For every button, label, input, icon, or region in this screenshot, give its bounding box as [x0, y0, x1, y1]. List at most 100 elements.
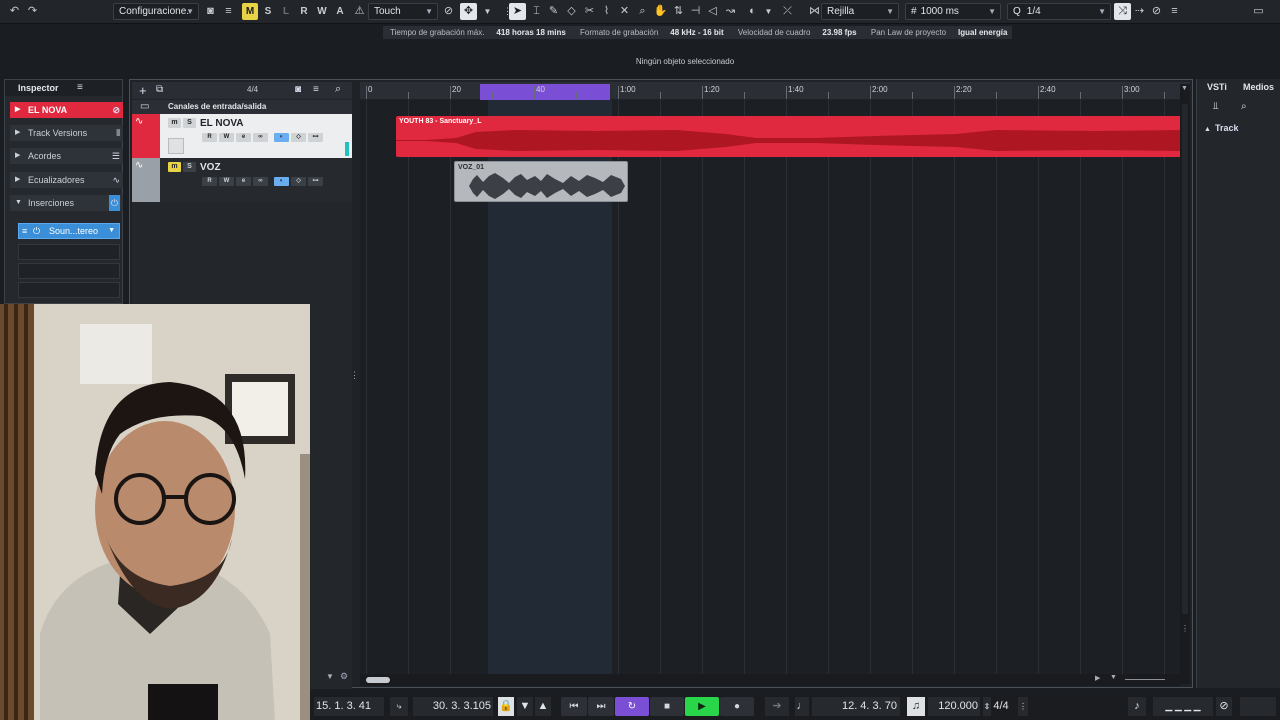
chevron-down-icon[interactable]: ▼ — [108, 224, 115, 238]
config-select[interactable]: Configuracione. ▼ — [113, 3, 199, 20]
power-icon[interactable]: ⏻ — [33, 224, 40, 238]
mute-button[interactable]: m — [168, 162, 181, 172]
event-display[interactable]: YOUTH 83 - Sanctuary_L VOZ_01 — [360, 100, 1180, 675]
zoom-slider[interactable] — [1125, 679, 1165, 680]
inspector-section-chords[interactable]: ▶ Acordes ☰ — [10, 148, 123, 164]
write-button[interactable]: W — [219, 177, 234, 186]
track-name[interactable]: VOZ — [200, 162, 221, 173]
monitor-icon[interactable]: ◐ — [274, 177, 289, 186]
track-instruments-header[interactable]: ▲ Track — [1204, 123, 1274, 133]
iterative-quantize-icon[interactable]: ⇢ — [1131, 3, 1148, 20]
quantize-select[interactable]: Q 1/4 ▼ — [1007, 3, 1111, 20]
time-ruler[interactable]: 0 20 40 1:00 1:20 1:40 2:00 2:20 2:40 3:00 — [360, 82, 1190, 101]
edit-channel-icon[interactable]: e — [236, 177, 251, 186]
range-tool-icon[interactable]: ⌶ — [528, 3, 545, 20]
insert-slot-2[interactable] — [18, 244, 120, 260]
arrow-icon[interactable]: ➔ — [765, 697, 789, 716]
rec-time-value[interactable]: 418 horas 18 mins — [491, 28, 570, 37]
link-icon[interactable]: ∞ — [253, 177, 268, 186]
chevron-right-icon[interactable]: ▶ — [1095, 674, 1100, 682]
snap-type-select[interactable]: Rejilla ▼ — [821, 3, 899, 20]
bypass-icon[interactable]: ⏻ — [108, 195, 120, 211]
monitor-icon[interactable]: ◐ — [274, 133, 289, 142]
edit-channel-icon[interactable]: e — [236, 133, 251, 142]
chevron-down-icon[interactable]: ▼ — [1110, 674, 1117, 681]
solo-global-button[interactable]: S — [260, 3, 276, 20]
go-to-previous-button[interactable]: ⏮ — [561, 697, 587, 716]
lanes-icon[interactable]: ◇ — [291, 133, 306, 142]
time-signature[interactable]: 4/4 — [247, 85, 258, 94]
inspector-tab[interactable]: Inspector — [5, 80, 122, 96]
edit-icon[interactable]: ⊘ — [112, 102, 120, 118]
punch-out-icon[interactable]: ▲ — [535, 697, 551, 716]
track-name[interactable]: EL NOVA — [200, 118, 244, 129]
chevron-down-icon[interactable]: ▼ — [479, 3, 496, 20]
list-icon[interactable]: ≡ — [220, 3, 237, 20]
punch-in-icon[interactable]: ▼ — [517, 697, 533, 716]
search-icon[interactable]: ⌕ — [1241, 101, 1247, 112]
metronome-icon[interactable]: ♩ — [795, 697, 809, 716]
zoom-vertical-icon[interactable]: ⋮ — [1181, 624, 1189, 633]
link-icon[interactable]: ∞ — [253, 133, 268, 142]
color-tool-icon[interactable]: ↝ — [722, 3, 739, 20]
eraser-tool-icon[interactable]: ◇ — [563, 3, 580, 20]
lock-icon[interactable]: 🔒 — [498, 697, 514, 716]
panlaw-value[interactable]: Igual energía — [953, 28, 1012, 37]
insert-slot-1[interactable]: ≡ ⏻ Soun...tereo ▼ — [18, 223, 120, 239]
inspector-section-eq[interactable]: ▶ Ecualizadores ∿ — [10, 172, 123, 188]
audio-event-youth83[interactable]: YOUTH 83 - Sanctuary_L — [396, 116, 1180, 157]
listen-global-button[interactable]: L — [278, 3, 294, 20]
read-global-button[interactable]: R — [296, 3, 312, 20]
zoom-tool-icon[interactable]: ⌕ — [634, 3, 651, 20]
right-locator[interactable]: 30. 3. 3.105 — [413, 697, 493, 716]
play-button[interactable]: ▶ — [685, 697, 719, 716]
scissors-tool-icon[interactable]: ✂ — [581, 3, 598, 20]
redo-icon[interactable]: ↷ — [24, 3, 41, 20]
go-to-next-button[interactable]: ⏭ — [588, 697, 614, 716]
vertical-scrollbar[interactable]: ▼ ⋮ — [1180, 84, 1190, 684]
read-button[interactable]: R — [202, 133, 217, 142]
speaker-icon[interactable]: ◁ — [704, 3, 721, 20]
mute-tool-icon[interactable]: ✕ — [616, 3, 633, 20]
undo-icon[interactable]: ↶ — [6, 3, 23, 20]
chevron-down-icon[interactable]: ▼ — [760, 3, 777, 20]
hand-tool-icon[interactable]: ✋ — [652, 3, 669, 20]
mute-global-button[interactable]: M — [242, 3, 258, 20]
format-value[interactable]: 48 kHz - 16 bit — [665, 28, 728, 37]
add-instrument-icon[interactable]: ⫫ — [1213, 101, 1219, 112]
grid-select[interactable]: #1000 ms ▼ — [905, 3, 1001, 20]
no-entry-icon[interactable]: ⊘ — [1148, 3, 1165, 20]
left-locator[interactable]: 15. 1. 3. 41 — [314, 697, 384, 716]
click-icon[interactable]: ♫ — [907, 697, 925, 716]
record-button[interactable]: ● — [720, 697, 754, 716]
tuner-icon[interactable]: ♪ — [1128, 697, 1146, 716]
list-icon[interactable]: ≡ — [1166, 3, 1183, 20]
camera-icon[interactable]: ◙ — [202, 3, 219, 20]
solo-button[interactable]: S — [183, 118, 196, 128]
window-layout-icon[interactable]: ▭ — [1250, 3, 1267, 20]
time-warp-icon[interactable]: ⊣ — [687, 3, 704, 20]
folder-track[interactable]: ▭ Canales de entrada/salida — [132, 100, 352, 114]
write-global-button[interactable]: W — [314, 3, 330, 20]
track-presets-icon[interactable]: ⧉ — [156, 84, 163, 95]
chevron-down-icon[interactable]: ▼ — [326, 672, 334, 681]
scroll-thumb[interactable] — [366, 677, 390, 683]
add-track-icon[interactable]: + — [139, 83, 147, 98]
gear-icon[interactable]: ⚙ — [340, 671, 348, 682]
read-button[interactable]: R — [202, 177, 217, 186]
framerate-value[interactable]: 23.98 fps — [817, 28, 861, 37]
chevron-down-icon[interactable]: ▼ — [1181, 85, 1188, 92]
search-icon[interactable]: ⌕ — [335, 83, 341, 96]
snap-zero-icon[interactable]: ⤫ — [779, 3, 796, 20]
horizontal-scrollbar[interactable]: ▶ ▼ — [360, 674, 1180, 686]
cycle-button[interactable]: ↻ — [615, 697, 649, 716]
tab-media[interactable]: Medios — [1243, 79, 1274, 95]
tab-vsti[interactable]: VSTi — [1207, 79, 1227, 95]
track-el-nova[interactable]: ∿ m S EL NOVA R W e ∞ ◐ ◇ ⊶ — [132, 114, 352, 158]
signature-display[interactable]: 4/4 — [986, 697, 1016, 716]
slot-menu-icon[interactable]: ≡ — [22, 224, 27, 238]
insert-slot-3[interactable] — [18, 263, 120, 279]
inspector-track-name[interactable]: ▶ EL NOVA ⊘ — [10, 102, 123, 118]
automation-mode-select[interactable]: Touch ▼ — [368, 3, 438, 20]
insert-slot-4[interactable] — [18, 282, 120, 298]
